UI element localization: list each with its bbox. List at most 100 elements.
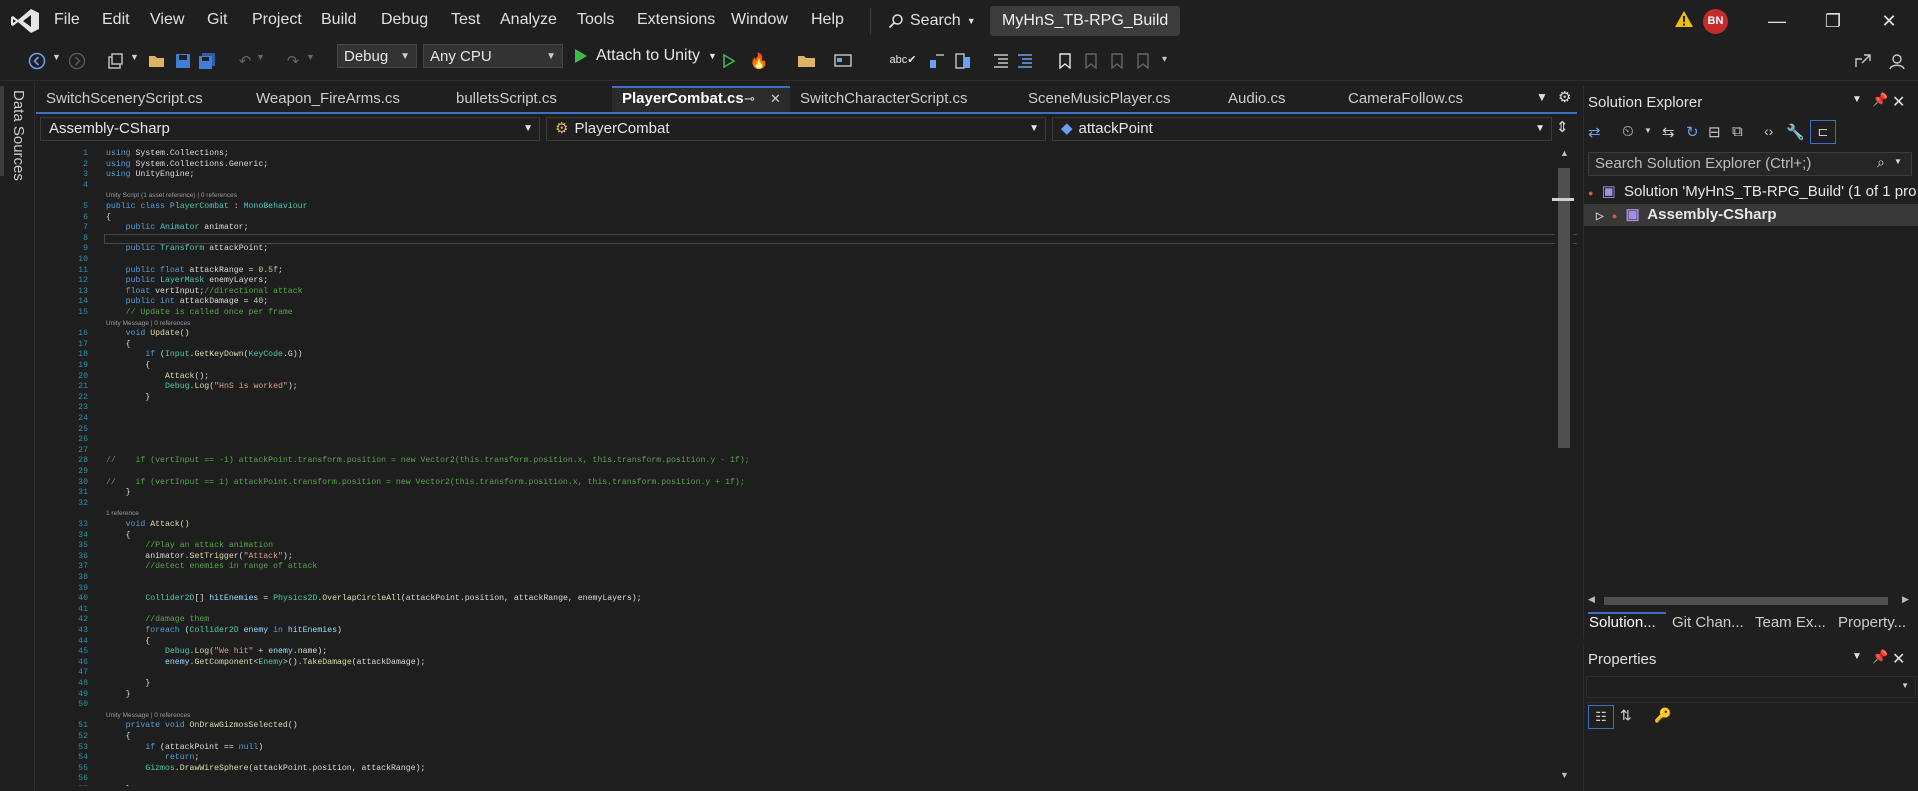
menu-git[interactable]: Git	[207, 11, 227, 29]
chevron-down-icon[interactable]: ▼	[130, 52, 139, 62]
code-lens-text[interactable]: Unity Message | 0 references	[106, 319, 190, 330]
code-line[interactable]: 21 Debug.Log("HnS is worked");	[36, 382, 1536, 393]
code-line[interactable]: 23	[36, 403, 1536, 414]
platform-select[interactable]: Any CPU ▼	[423, 44, 563, 68]
code-line[interactable]: 41	[36, 605, 1536, 616]
code-line[interactable]: 33 void Attack()	[36, 520, 1536, 531]
property-pages-icon[interactable]: 🔑	[1654, 707, 1671, 724]
code-line[interactable]: 50	[36, 700, 1536, 711]
indent-icon[interactable]	[1014, 50, 1036, 72]
navigate-icon[interactable]	[952, 50, 974, 72]
toolbar-overflow-icon[interactable]: ▾	[1162, 54, 1167, 65]
horizontal-scrollbar[interactable]: ◀ ▶	[1588, 594, 1914, 608]
split-editor-icon[interactable]: ⇕	[1556, 118, 1569, 136]
project-nav-select[interactable]: Assembly-CSharp ▼	[40, 117, 540, 141]
show-all-files-icon[interactable]: ⧉	[1732, 123, 1743, 140]
menu-edit[interactable]: Edit	[102, 11, 130, 29]
code-line[interactable]: 32	[36, 499, 1536, 510]
tab-playercombat[interactable]: PlayerCombat.cs ⊸ ✕	[612, 86, 790, 112]
code-line[interactable]: 19 {	[36, 361, 1536, 372]
data-sources-tab[interactable]: Data Sources	[10, 90, 27, 181]
code-line[interactable]: 52 {	[36, 732, 1536, 743]
tab-git-changes[interactable]: Git Chan...	[1672, 614, 1744, 631]
start-without-debugging-icon[interactable]	[718, 50, 740, 72]
code-line[interactable]: 30 // if (vertInput == 1) attackPoint.tra…	[36, 478, 1536, 489]
properties-object-select[interactable]: ▼	[1586, 676, 1916, 698]
panel-dropdown-icon[interactable]: ▼	[1852, 94, 1862, 105]
spell-check-icon[interactable]: abc✔	[890, 48, 917, 70]
code-lens-text[interactable]: Unity Message | 0 references	[106, 711, 190, 722]
code-line[interactable]: 49 }	[36, 690, 1536, 701]
share-icon[interactable]	[1852, 50, 1874, 72]
switch-views-icon[interactable]: ⇄	[1588, 123, 1601, 141]
code-line[interactable]: 26	[36, 435, 1536, 446]
browser-link-icon[interactable]	[832, 50, 854, 72]
close-icon[interactable]: ✕	[770, 88, 781, 110]
code-line[interactable]: 53 if (attackPoint == null)	[36, 743, 1536, 754]
wrench-icon[interactable]: 🔧	[1786, 123, 1805, 141]
tab-camerafollow[interactable]: CameraFollow.cs	[1338, 86, 1518, 112]
code-line[interactable]: 28 // if (vertInput == -1) attackPoint.tr…	[36, 456, 1536, 467]
code-line[interactable]: 3 using UnityEngine;	[36, 170, 1536, 181]
code-line[interactable]: 42 //damage them	[36, 615, 1536, 626]
visual-studio-logo-icon[interactable]	[10, 8, 40, 34]
scrollbar-thumb[interactable]	[1604, 597, 1888, 605]
scroll-down-icon[interactable]: ▼	[1560, 770, 1569, 780]
code-line[interactable]: 38	[36, 573, 1536, 584]
search-icon[interactable]: ⌕	[1877, 154, 1885, 171]
code-line[interactable]: 40 Collider2D[] hitEnemies = Physics2D.O…	[36, 594, 1536, 605]
code-line[interactable]: 55 Gizmos.DrawWireSphere(attackPoint.pos…	[36, 764, 1536, 775]
code-line[interactable]: 34 {	[36, 531, 1536, 542]
refresh-icon[interactable]: ↻	[1686, 123, 1699, 141]
alphabetical-icon[interactable]: ⇅	[1620, 707, 1632, 724]
tab-scenemusicplayer[interactable]: SceneMusicPlayer.cs	[1018, 86, 1218, 112]
chevron-down-icon[interactable]: ▼	[306, 52, 315, 62]
configuration-select[interactable]: Debug ▼	[337, 44, 417, 68]
search-button[interactable]: Search ▼	[882, 5, 982, 37]
close-window-icon[interactable]: ✕	[1869, 8, 1909, 34]
solution-title[interactable]: MyHnS_TB-RPG_Build	[990, 6, 1181, 36]
close-icon[interactable]: ✕	[1892, 92, 1905, 112]
gear-icon[interactable]: ⚙	[1558, 88, 1571, 106]
code-line[interactable]: 57 }	[36, 785, 1536, 786]
pin-icon[interactable]: 📌	[1872, 92, 1888, 108]
tree-item-solution[interactable]: ● ▣ Solution 'MyHnS_TB-RPG_Build' (1 of …	[1588, 181, 1916, 203]
menu-extensions[interactable]: Extensions	[637, 11, 715, 29]
expand-arrow-icon[interactable]: ▷	[1596, 211, 1604, 222]
preview-selected-items-icon[interactable]: ⊏	[1810, 120, 1836, 144]
code-line[interactable]: 35 //Play an attack animation	[36, 541, 1536, 552]
code-line[interactable]: 11 public float attackRange = 0.5f;	[36, 266, 1536, 277]
chevron-down-icon[interactable]: ▼	[256, 52, 265, 62]
close-icon[interactable]: ✕	[1892, 649, 1905, 669]
undo-icon[interactable]: ↶	[234, 50, 256, 72]
tab-audio[interactable]: Audio.cs	[1218, 86, 1338, 112]
code-line[interactable]: 47	[36, 668, 1536, 679]
menu-build[interactable]: Build	[321, 11, 357, 29]
open-folder-icon[interactable]	[146, 50, 168, 72]
avatar[interactable]: BN	[1703, 9, 1728, 34]
code-line[interactable]: 22 }	[36, 393, 1536, 404]
forward-icon[interactable]	[66, 50, 88, 72]
tree-item-assembly-csharp[interactable]: ▷ ● ▣ Assembly-CSharp	[1584, 204, 1918, 226]
new-project-icon[interactable]	[104, 50, 126, 72]
scroll-left-icon[interactable]: ◀	[1588, 594, 1595, 605]
code-line[interactable]: 7 public Animator animator;	[36, 223, 1536, 234]
code-line[interactable]: 56	[36, 774, 1536, 785]
code-line[interactable]: 13 float vertInput;//directional attack	[36, 287, 1536, 298]
code-line[interactable]: 48 }	[36, 679, 1536, 690]
menu-window[interactable]: Window	[731, 11, 788, 29]
scroll-right-icon[interactable]: ▶	[1902, 594, 1909, 605]
type-nav-select[interactable]: ⚙ PlayerCombat ▼	[546, 117, 1046, 141]
history-icon[interactable]: ⏲	[1622, 123, 1634, 140]
tab-switchcharacterscript[interactable]: SwitchCharacterScript.cs	[790, 86, 1018, 112]
code-lens[interactable]: Unity Message | 0 references	[36, 711, 1536, 722]
hot-reload-icon[interactable]: 🔥	[748, 50, 770, 72]
save-all-icon[interactable]	[196, 50, 218, 72]
menu-analyze[interactable]: Analyze	[500, 11, 557, 29]
attach-to-unity-button[interactable]: Attach to Unity ▼	[574, 44, 717, 68]
menu-help[interactable]: Help	[811, 11, 844, 29]
code-line[interactable]: 2 using System.Collections.Generic;	[36, 160, 1536, 171]
tab-switchsceneryscript[interactable]: SwitchSceneryScript.cs	[36, 86, 246, 112]
code-lens-text[interactable]: 1 reference	[106, 509, 139, 520]
sync-icon[interactable]: ⇆	[1662, 123, 1675, 141]
